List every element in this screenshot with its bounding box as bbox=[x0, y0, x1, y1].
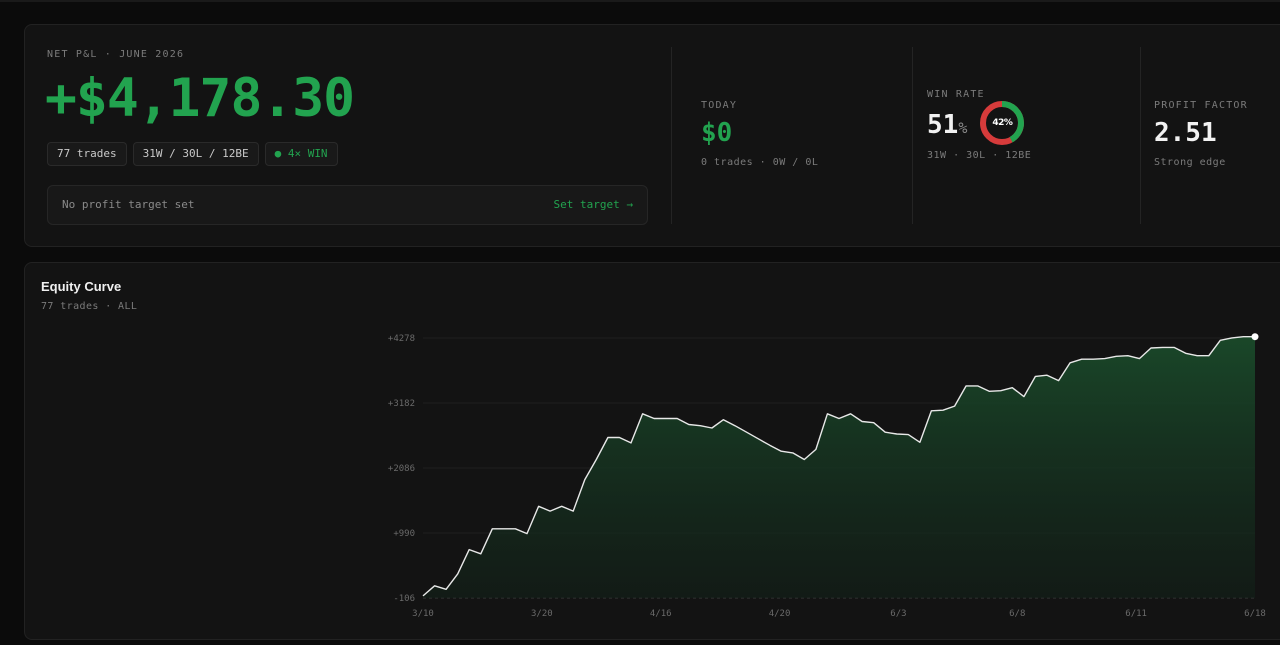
x-tick-label: 6/18 bbox=[1244, 609, 1266, 619]
win-rate-label: WIN RATE bbox=[927, 89, 985, 100]
divider bbox=[671, 47, 672, 224]
x-tick-label: 3/10 bbox=[412, 609, 434, 619]
win-rate-sub: 31W · 30L · 12BE bbox=[927, 150, 1032, 161]
pnl-summary-card: NET P&L · JUNE 2026 +$4,178.30 77 trades… bbox=[24, 24, 1280, 247]
profit-target-text: No profit target set bbox=[62, 198, 195, 211]
x-tick-label: 6/8 bbox=[1009, 609, 1025, 619]
record-chip: 31W / 30L / 12BE bbox=[132, 142, 259, 166]
win-rate-donut: 42% bbox=[979, 100, 1025, 146]
equity-curve-card: Equity Curve 77 trades · ALL -106 +990 +20… bbox=[24, 262, 1280, 640]
win-rate-value: 51% bbox=[927, 109, 968, 140]
today-sub: 0 trades · 0W / 0L bbox=[701, 157, 819, 168]
x-tick-label: 6/11 bbox=[1125, 609, 1147, 619]
profit-factor-sub: Strong edge bbox=[1154, 157, 1226, 168]
profit-factor-label: PROFIT FACTOR bbox=[1154, 100, 1248, 111]
set-target-link[interactable]: Set target → bbox=[554, 198, 633, 211]
x-tick-label: 6/3 bbox=[890, 609, 906, 619]
x-tick-label: 3/20 bbox=[531, 609, 553, 619]
equity-area-fill bbox=[423, 336, 1255, 598]
top-border bbox=[0, 0, 1280, 2]
profit-factor-stat: PROFIT FACTOR 2.51 Strong edge bbox=[1154, 100, 1248, 168]
today-label: TODAY bbox=[701, 100, 738, 111]
net-pnl-label: NET P&L · JUNE 2026 bbox=[47, 49, 185, 60]
win-streak-chip: ● 4× WIN bbox=[264, 142, 338, 166]
divider bbox=[1140, 47, 1141, 224]
y-tick-label: +4278 bbox=[388, 334, 415, 344]
win-rate-stat: WIN RATE 51% 42% 31W · 30L · 12BE bbox=[927, 89, 1031, 161]
pnl-chips: 77 trades 31W / 30L / 12BE ● 4× WIN bbox=[47, 142, 338, 166]
trades-count-chip: 77 trades bbox=[47, 142, 127, 166]
y-tick-label: -106 bbox=[393, 594, 415, 604]
y-tick-label: +3182 bbox=[388, 399, 415, 409]
divider bbox=[912, 47, 913, 224]
y-tick-label: +2086 bbox=[388, 464, 415, 474]
today-stat: TODAY $0 0 trades · 0W / 0L bbox=[701, 100, 818, 168]
x-tick-label: 4/16 bbox=[650, 609, 672, 619]
y-tick-label: +990 bbox=[393, 529, 415, 539]
win-rate-row: 51% 42% bbox=[927, 100, 1031, 146]
x-tick-label: 4/20 bbox=[769, 609, 791, 619]
net-pnl-value: +$4,178.30 bbox=[45, 68, 355, 129]
profit-target-box: No profit target set Set target → bbox=[47, 185, 648, 225]
donut-label: 42% bbox=[992, 118, 1013, 128]
equity-end-point bbox=[1251, 333, 1259, 341]
today-value: $0 bbox=[701, 118, 733, 148]
profit-factor-value: 2.51 bbox=[1154, 118, 1217, 148]
equity-curve-chart[interactable]: -106 +990 +2086 +3182 +4278 3/10 3/20 4/16 4/20 6… bbox=[25, 263, 1280, 639]
